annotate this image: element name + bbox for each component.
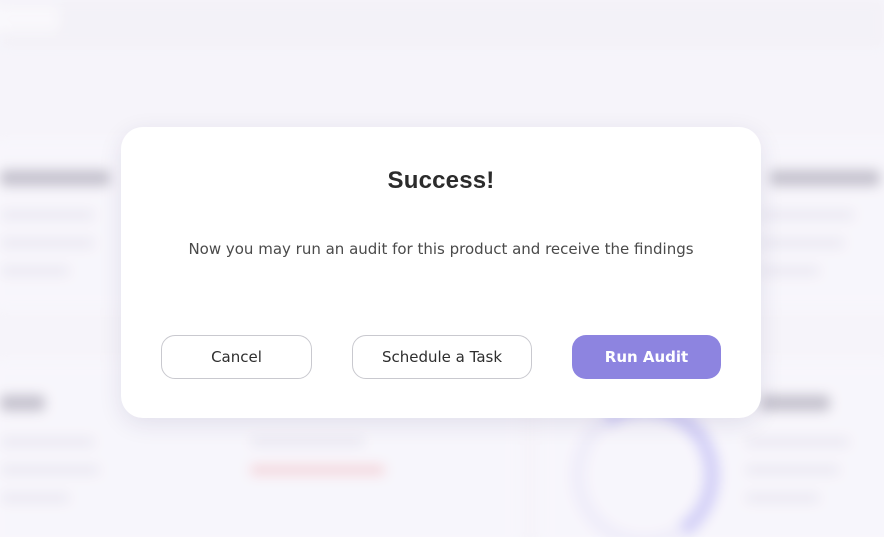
- success-dialog: Success! Now you may run an audit for th…: [121, 127, 761, 418]
- dialog-title: Success!: [387, 167, 495, 194]
- dialog-message: Now you may run an audit for this produc…: [188, 240, 694, 258]
- run-audit-button[interactable]: Run Audit: [572, 335, 721, 379]
- cancel-button[interactable]: Cancel: [161, 335, 312, 379]
- schedule-task-button[interactable]: Schedule a Task: [352, 335, 532, 379]
